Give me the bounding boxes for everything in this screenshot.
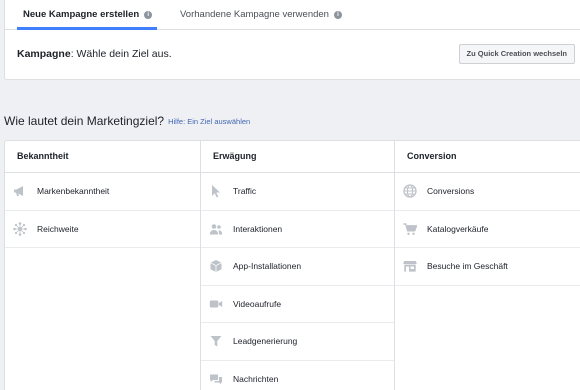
objective-table: Bekanntheit Markenbekanntheit Reichweite… bbox=[4, 140, 580, 390]
column-header-conversion: Conversion bbox=[395, 141, 580, 173]
box-icon bbox=[209, 259, 223, 273]
objective-conversions[interactable]: Conversions bbox=[395, 173, 580, 211]
help-link[interactable]: Hilfe: Ein Ziel auswählen bbox=[168, 117, 250, 126]
objective-engagement[interactable]: Interaktionen bbox=[201, 211, 394, 248]
objective-video-views[interactable]: Videoaufrufe bbox=[201, 286, 394, 323]
video-camera-icon bbox=[209, 297, 223, 311]
campaign-label: Kampagne bbox=[17, 48, 71, 60]
objective-label: Traffic bbox=[233, 186, 257, 197]
info-icon[interactable]: i bbox=[144, 11, 153, 19]
reach-icon bbox=[13, 221, 27, 236]
tab-existing-campaign-label: Vorhandene Kampagne verwenden bbox=[180, 9, 329, 20]
objective-reach[interactable]: Reichweite bbox=[5, 211, 200, 248]
campaign-text: : Wähle dein Ziel aus. bbox=[70, 48, 172, 60]
objective-traffic[interactable]: Traffic bbox=[201, 173, 394, 211]
chat-bubbles-icon bbox=[209, 372, 223, 386]
megaphone-icon bbox=[13, 184, 27, 198]
objective-brand-awareness[interactable]: Markenbekanntheit bbox=[5, 173, 200, 211]
campaign-tabs: Neue Kampagne erstellen i Vorhandene Kamp… bbox=[5, 0, 580, 30]
objective-label: Interaktionen bbox=[233, 223, 283, 234]
column-header-awareness: Bekanntheit bbox=[5, 141, 200, 173]
info-icon[interactable]: i bbox=[333, 11, 342, 19]
objective-label: Conversions bbox=[427, 186, 475, 197]
globe-icon bbox=[403, 184, 417, 198]
objective-label: Leadgenerierung bbox=[233, 336, 298, 347]
question-text: Wie lautet dein Marketingziel? bbox=[4, 114, 165, 128]
objective-label: Videoaufrufe bbox=[233, 298, 282, 309]
tab-new-campaign[interactable]: Neue Kampagne erstellen i bbox=[23, 0, 153, 30]
conversion-column: Conversion Conversions Katalogverkäufe B… bbox=[395, 141, 580, 390]
shopping-cart-icon bbox=[403, 222, 417, 236]
objective-lead-generation[interactable]: Leadgenerierung bbox=[201, 323, 394, 361]
campaign-objective-prompt: Kampagne: Wähle dein Ziel aus. bbox=[17, 48, 172, 60]
objective-catalog-sales[interactable]: Katalogverkäufe bbox=[395, 211, 580, 248]
people-icon bbox=[209, 222, 223, 236]
objective-messages[interactable]: Nachrichten bbox=[201, 361, 394, 390]
store-icon bbox=[403, 259, 417, 273]
objective-label: App-Installationen bbox=[233, 261, 302, 272]
objective-store-visits[interactable]: Besuche im Geschäft bbox=[395, 248, 580, 286]
objective-label: Nachrichten bbox=[233, 373, 279, 384]
cursor-icon bbox=[209, 184, 223, 198]
objective-label: Reichweite bbox=[37, 223, 79, 234]
objective-app-installs[interactable]: App-Installationen bbox=[201, 248, 394, 286]
campaign-header-card: Neue Kampagne erstellen i Vorhandene Kamp… bbox=[4, 0, 580, 80]
column-header-consideration: Erwägung bbox=[201, 141, 394, 173]
objective-label: Besuche im Geschäft bbox=[427, 261, 508, 272]
consideration-column: Erwägung Traffic Interaktionen App-Insta… bbox=[200, 141, 395, 390]
quick-creation-button[interactable]: Zu Quick Creation wechseln bbox=[458, 44, 575, 64]
active-tab-indicator bbox=[17, 27, 157, 30]
marketing-objective-question: Wie lautet dein Marketingziel? Hilfe: Ein… bbox=[4, 114, 250, 128]
objective-label: Katalogverkäufe bbox=[427, 223, 489, 234]
awareness-column: Bekanntheit Markenbekanntheit Reichweite bbox=[5, 141, 200, 390]
tab-new-campaign-label: Neue Kampagne erstellen bbox=[23, 9, 140, 20]
funnel-icon bbox=[209, 334, 223, 348]
objective-label: Markenbekanntheit bbox=[37, 186, 110, 197]
tab-existing-campaign[interactable]: Vorhandene Kampagne verwenden i bbox=[180, 0, 342, 30]
